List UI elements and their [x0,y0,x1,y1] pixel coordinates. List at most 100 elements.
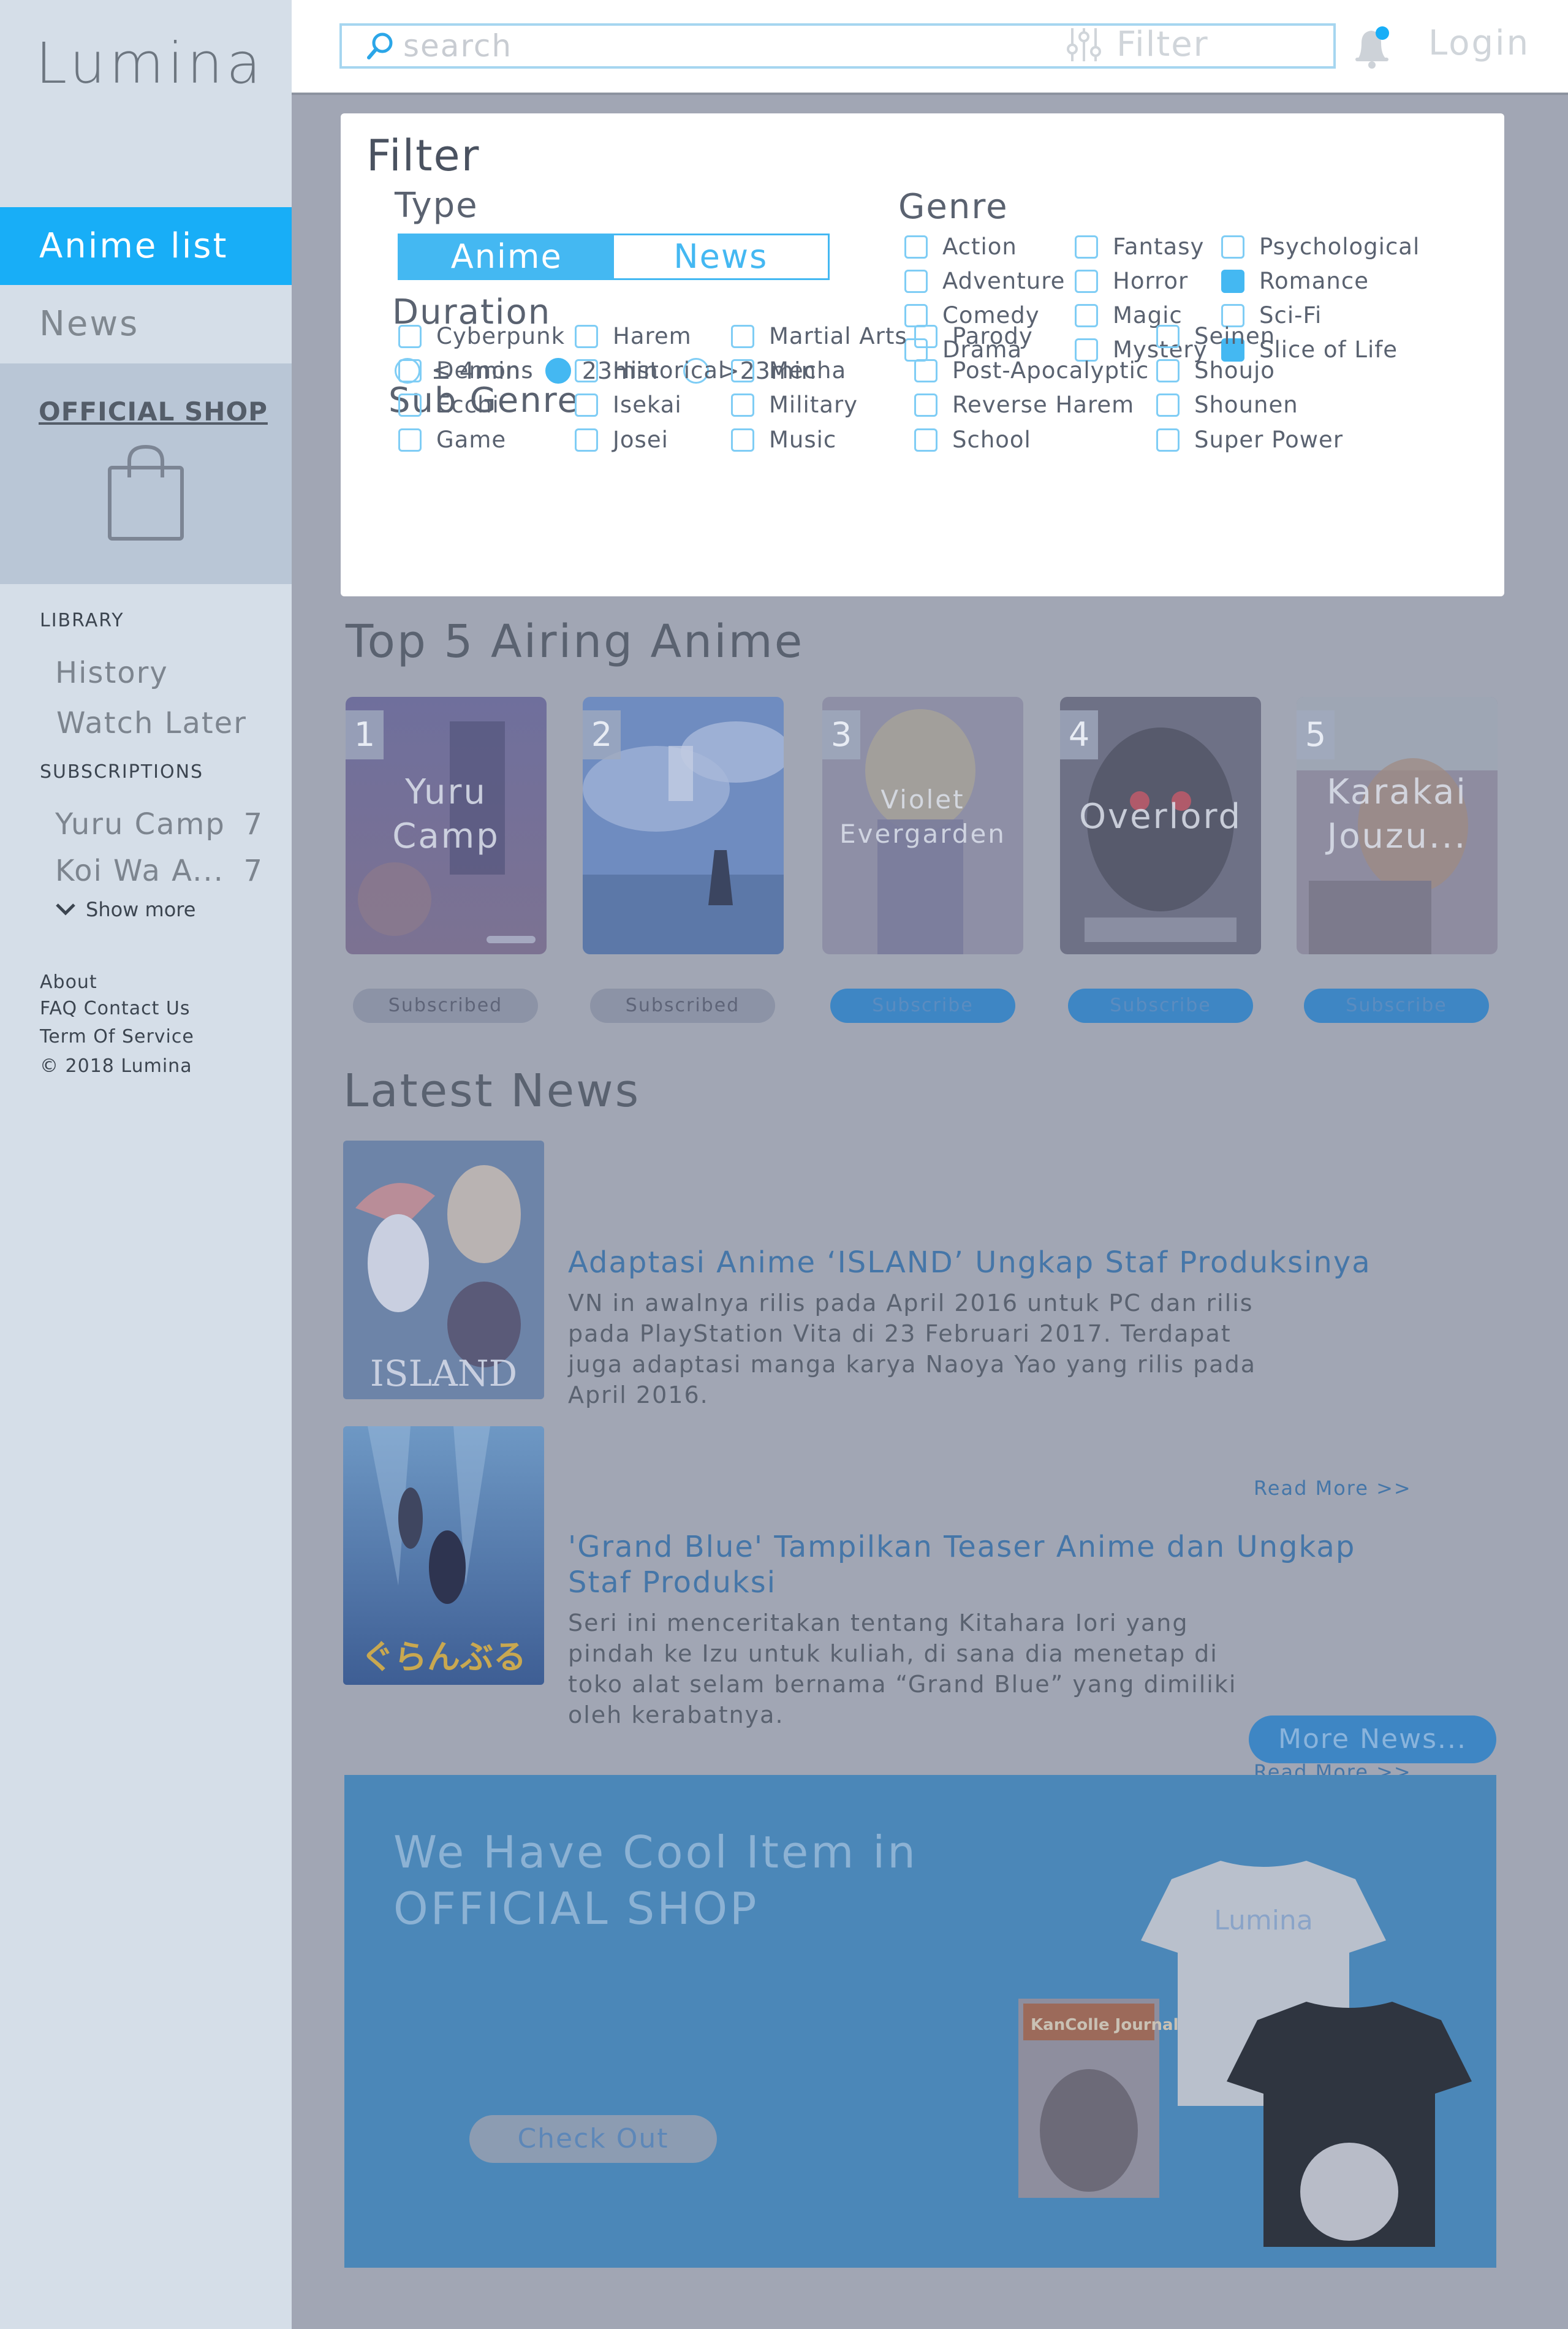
type-option-news[interactable]: News [614,235,828,278]
filter-button[interactable]: Filter [1065,25,1209,64]
checkbox-box[interactable] [904,235,928,259]
library-item-history[interactable]: History [55,656,169,690]
subgenre-checkbox[interactable]: Music [731,427,836,453]
duration-radio[interactable] [545,358,571,384]
official-shop-box[interactable]: OFFICIAL SHOP [0,363,292,584]
subgenre-checkbox[interactable]: Post-Apocalyptic [914,357,1149,384]
checkbox-box[interactable] [731,324,754,348]
genre-checkbox[interactable]: Psychological [1221,234,1420,260]
anime-card[interactable]: 4 Overlord [1060,697,1261,954]
library-item-watch-later[interactable]: Watch Later [56,706,247,740]
checkbox-box[interactable] [1156,428,1180,452]
genre-checkbox[interactable]: Romance [1221,268,1369,294]
subgenre-checkbox[interactable]: Josei [575,427,668,453]
subgenre-checkbox[interactable]: Historical [575,357,725,384]
subgenre-checkbox[interactable]: Reverse Harem [914,392,1134,418]
anime-card[interactable]: 1 Yuru Camp [346,697,547,954]
login-link[interactable]: Login [1428,23,1530,63]
subscribed-button[interactable]: Subscribed [590,989,775,1023]
subscribe-button[interactable]: Subscribe [830,989,1015,1023]
checkbox-box[interactable] [1221,269,1244,293]
type-option-anime[interactable]: Anime [400,235,614,278]
checkbox-box[interactable] [1156,359,1180,382]
checkbox-box[interactable] [914,359,937,382]
checkbox-box[interactable] [1156,393,1180,417]
checkbox-box[interactable] [731,359,754,382]
more-news-button[interactable]: More News... [1249,1715,1496,1763]
subscribe-button[interactable]: Subscribe [1068,989,1253,1023]
checkbox-box[interactable] [575,359,598,382]
checkbox-box[interactable] [575,324,598,348]
subgenre-checkbox[interactable]: Mecha [731,357,846,384]
news-headline[interactable]: Adaptasi Anime ‘ISLAND’ Ungkap Staf Prod… [568,1245,1420,1280]
subscription-item[interactable]: Koi Wa A... 7 [55,854,263,888]
check-out-button[interactable]: Check Out [469,2115,717,2163]
checkbox-box[interactable] [398,359,422,382]
subscription-item[interactable]: Yuru Camp 7 [55,807,263,842]
anime-card[interactable]: 5 Karakai Jouzu... [1297,697,1498,954]
genre-checkbox[interactable]: Action [904,234,1017,260]
magazine-title: KanColle Journal [1031,2016,1179,2034]
checkbox-box[interactable] [914,393,937,417]
subgenre-checkbox[interactable]: Game [398,427,506,453]
nav-news[interactable]: News [0,285,292,363]
subscribed-button[interactable]: Subscribed [353,989,538,1023]
news-thumbnail[interactable]: ぐらんぶる [343,1426,544,1685]
genre-checkbox[interactable]: Horror [1075,268,1188,294]
checkbox-box[interactable] [1075,269,1098,293]
news-summary: Seri ini menceritakan tentang Kitahara I… [568,1609,1237,1728]
app-logo[interactable]: Lumina [36,31,265,96]
news-headline[interactable]: 'Grand Blue' Tampilkan Teaser Anime dan … [568,1529,1420,1600]
checkbox-box[interactable] [1156,324,1180,348]
subgenre-checkbox[interactable]: School [914,427,1031,453]
subgenre-checkbox[interactable]: Isekai [575,392,682,418]
subgenre-checkbox[interactable]: Super Power [1156,427,1343,453]
anime-card[interactable]: 3 Violet Evergarden [822,697,1023,954]
anime-card[interactable]: 2 [583,697,784,954]
checkbox-box[interactable] [914,324,937,348]
genre-label: Romance [1259,268,1369,294]
checkbox-box[interactable] [398,393,422,417]
official-shop-link[interactable]: OFFICIAL SHOP [39,397,268,427]
checkbox-box[interactable] [398,428,422,452]
subgenre-checkbox[interactable]: Harem [575,323,692,349]
checkbox-box[interactable] [1221,235,1244,259]
subgenre-checkbox[interactable]: Demons [398,357,534,384]
notification-bell-icon[interactable] [1350,25,1395,70]
subgenre-checkbox[interactable]: Shounen [1156,392,1298,418]
rank-badge: 5 [1297,710,1335,759]
checkbox-box[interactable] [904,269,928,293]
show-more-button[interactable]: Show more [55,898,195,921]
nav-anime-list[interactable]: Anime list [0,207,292,285]
genre-checkbox[interactable]: Fantasy [1075,234,1204,260]
checkbox-box[interactable] [731,428,754,452]
checkbox-box[interactable] [575,428,598,452]
subgenre-checkbox[interactable]: Cyberpunk [398,323,565,349]
checkbox-box[interactable] [731,393,754,417]
subgenre-checkbox[interactable]: Ecchi [398,392,499,418]
banner-title: We Have Cool Item in OFFICIAL SHOP [393,1824,918,1937]
subgenre-label: Historical [613,357,725,384]
checkbox-box[interactable] [914,428,937,452]
subgenre-checkbox[interactable]: Military [731,392,858,418]
footer-about[interactable]: About [40,971,97,993]
search-placeholder: search [403,28,513,64]
subgenre-checkbox[interactable]: Shoujo [1156,357,1275,384]
footer-faq-contact[interactable]: FAQ Contact Us [40,998,191,1019]
subscription-name: Koi Wa A... [55,854,224,888]
genre-label: Fantasy [1113,234,1205,260]
subscribe-button[interactable]: Subscribe [1304,989,1489,1023]
filter-panel: Filter Type Anime News Duration ≤ 4min 2… [341,113,1504,596]
checkbox-box[interactable] [575,393,598,417]
checkbox-box[interactable] [398,324,422,348]
news-thumbnail[interactable]: ISLAND [343,1141,544,1399]
subgenre-checkbox[interactable]: Martial Arts [731,323,907,349]
subgenre-checkbox[interactable]: Seinen [1156,323,1275,349]
subgenre-checkbox[interactable]: Parody [914,323,1033,349]
show-more-label: Show more [86,898,196,921]
footer-terms[interactable]: Term Of Service [40,1026,194,1047]
genre-checkbox[interactable]: Adventure [904,268,1065,294]
read-more-link[interactable]: Read More >> [1254,1476,1412,1500]
checkbox-box[interactable] [1075,235,1098,259]
checkbox-box[interactable] [1075,303,1098,327]
